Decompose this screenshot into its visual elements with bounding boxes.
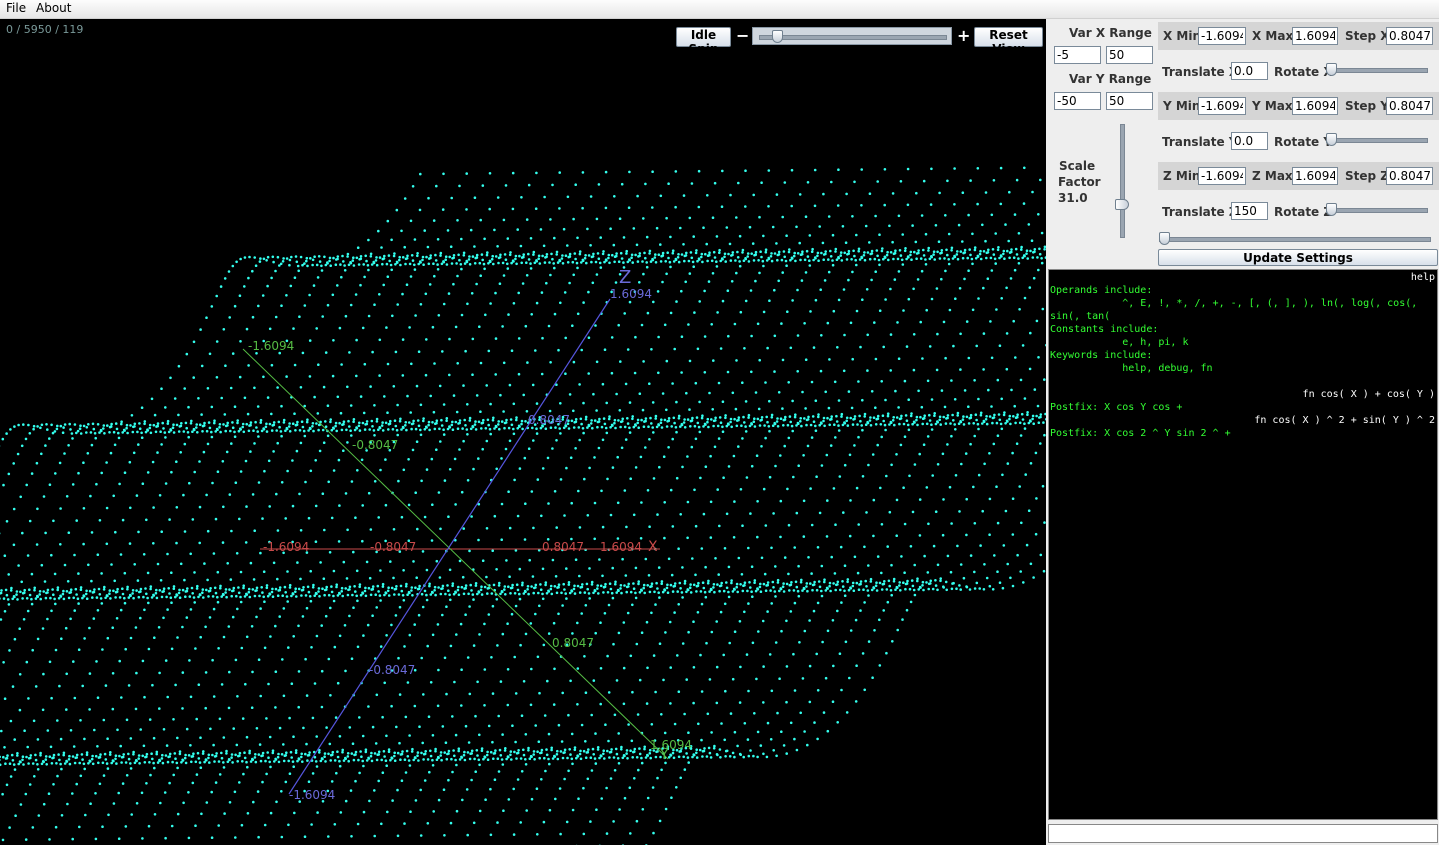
x-min-field[interactable] <box>1198 27 1246 45</box>
console-output: help Operands include: ^, E, !, *, /, +, … <box>1048 269 1438 820</box>
console-line: Postfix: X cos 2 ^ Y sin 2 ^ + <box>1050 428 1231 439</box>
step-y-field[interactable] <box>1386 97 1433 115</box>
scale-slider-track <box>1120 124 1125 238</box>
z-max-field[interactable] <box>1292 167 1338 185</box>
translate-y-field[interactable] <box>1231 132 1268 150</box>
console-line: fn cos( X ) ^ 2 + sin( Y ) ^ 2 <box>1254 415 1435 426</box>
scale-slider[interactable] <box>1114 122 1132 240</box>
rotate-y-thumb[interactable] <box>1326 133 1337 146</box>
z-axis-tick-label: -1.6094 <box>289 788 335 802</box>
zoom-slider-thumb[interactable] <box>771 30 783 43</box>
console-input[interactable] <box>1048 824 1438 843</box>
idle-spin-button[interactable]: Idle Spin <box>676 27 731 56</box>
frame-counter-text: 0 / 5950 / 119 <box>6 23 84 36</box>
var-y-range-label: Var Y Range <box>1069 72 1152 86</box>
x-axis-tick-label: -1.6094 <box>263 540 309 554</box>
var-x-max-field[interactable] <box>1106 46 1153 64</box>
menu-bar: File About <box>0 0 1439 19</box>
x-max-field[interactable] <box>1292 27 1338 45</box>
var-x-min-field[interactable] <box>1054 46 1101 64</box>
y-max-field[interactable] <box>1292 97 1338 115</box>
menu-file[interactable]: File <box>3 1 29 15</box>
z-axis-tick-label: 1.6094 <box>610 287 652 301</box>
z-axis-tick-label: -0.8047 <box>369 663 415 677</box>
zoom-minus-icon[interactable]: − <box>736 26 749 45</box>
step-z-field[interactable] <box>1386 167 1433 185</box>
rotate-x-label: Rotate X <box>1274 65 1333 79</box>
update-settings-button[interactable]: Update Settings <box>1158 249 1438 266</box>
console-line: Postfix: X cos Y cos + <box>1050 402 1183 413</box>
translate-x-label: Translate X <box>1162 65 1239 79</box>
surface-points <box>0 166 1046 845</box>
console-line: help <box>1410 272 1435 283</box>
z-axis-title: Z <box>619 267 631 288</box>
x-axis-tick-label: 1.6094 <box>600 540 642 554</box>
x-axis-tick-label: 0.8047 <box>542 540 584 554</box>
x-min-label: X Min <box>1163 29 1202 43</box>
scale-factor-label: Scale <box>1059 159 1096 173</box>
extra-slider-thumb[interactable] <box>1159 232 1170 245</box>
var-y-min-field[interactable] <box>1054 92 1101 110</box>
translate-z-label: Translate Z <box>1162 205 1238 219</box>
rotate-y-label: Rotate Y <box>1274 135 1333 149</box>
x-axis-end-label: X <box>648 539 658 555</box>
console-line: help, debug, fn <box>1050 363 1213 374</box>
scale-factor-value: 31.0 <box>1058 191 1088 205</box>
y-axis-line <box>242 348 669 760</box>
x-axis-tick-label: -0.8047 <box>370 540 416 554</box>
rotate-x-thumb[interactable] <box>1326 63 1337 76</box>
y-min-label: Y Min <box>1163 99 1201 113</box>
step-y-label: Step Y <box>1345 99 1389 113</box>
var-x-range-label: Var X Range <box>1069 26 1152 40</box>
z-axis-tick-label: 0.8047 <box>528 413 570 427</box>
translate-z-field[interactable] <box>1231 202 1268 220</box>
rotate-x-slider[interactable] <box>1326 62 1430 78</box>
surface-plot[interactable]: -1.6094 -0.8047 0.8047 1.6094 X -1.6094 -0.804… <box>0 19 1046 845</box>
z-min-label: Z Min <box>1163 169 1201 183</box>
rotate-x-track <box>1326 68 1428 73</box>
rotate-z-track <box>1326 208 1428 213</box>
extra-slider[interactable] <box>1159 231 1433 247</box>
plot-viewport[interactable]: -1.6094 -0.8047 0.8047 1.6094 X -1.6094 -0.804… <box>0 19 1046 845</box>
y-axis-tick-label: 1.6094 <box>650 738 692 752</box>
y-axis-end-label: Y <box>659 747 669 763</box>
console-line: Operands include: <box>1050 285 1153 296</box>
zoom-plus-icon[interactable]: + <box>957 26 970 45</box>
console-line: Constants include: <box>1050 324 1159 335</box>
y-axis-tick-label: -1.6094 <box>248 339 294 353</box>
step-z-label: Step Z <box>1345 169 1389 183</box>
z-min-field[interactable] <box>1198 167 1246 185</box>
translate-y-label: Translate Y <box>1162 135 1238 149</box>
y-min-field[interactable] <box>1198 97 1246 115</box>
zoom-slider-track <box>759 35 947 40</box>
console-line: ^, E, !, *, /, +, -, [, (, ], ), ln(, lo… <box>1050 298 1418 309</box>
var-y-max-field[interactable] <box>1106 92 1153 110</box>
z-max-label: Z Max <box>1252 169 1293 183</box>
rotate-z-slider[interactable] <box>1326 202 1430 218</box>
translate-x-field[interactable] <box>1231 62 1268 80</box>
step-x-label: Step X <box>1345 29 1390 43</box>
step-x-field[interactable] <box>1386 27 1433 45</box>
extra-slider-track <box>1159 237 1431 242</box>
console-line: fn cos( X ) + cos( Y ) <box>1302 389 1435 400</box>
rotate-y-slider[interactable] <box>1326 132 1430 148</box>
console-line: e, h, pi, k <box>1050 337 1189 348</box>
y-max-label: Y Max <box>1252 99 1293 113</box>
console-line: Keywords include: <box>1050 350 1153 361</box>
console-line: sin(, tan( <box>1050 311 1111 322</box>
menu-about[interactable]: About <box>33 1 74 15</box>
surface-dots <box>0 166 1046 845</box>
y-axis-tick-label: -0.8047 <box>352 438 398 452</box>
rotate-z-label: Rotate Z <box>1274 205 1333 219</box>
y-axis-tick-label: 0.8047 <box>552 636 594 650</box>
scale-slider-thumb[interactable] <box>1115 199 1129 210</box>
x-max-label: X Max <box>1252 29 1294 43</box>
scale-factor-label-2: Factor <box>1058 175 1101 189</box>
reset-view-button[interactable]: Reset View <box>974 27 1043 56</box>
zoom-slider[interactable] <box>752 27 952 45</box>
rotate-y-track <box>1326 138 1428 143</box>
rotate-z-thumb[interactable] <box>1326 203 1337 216</box>
